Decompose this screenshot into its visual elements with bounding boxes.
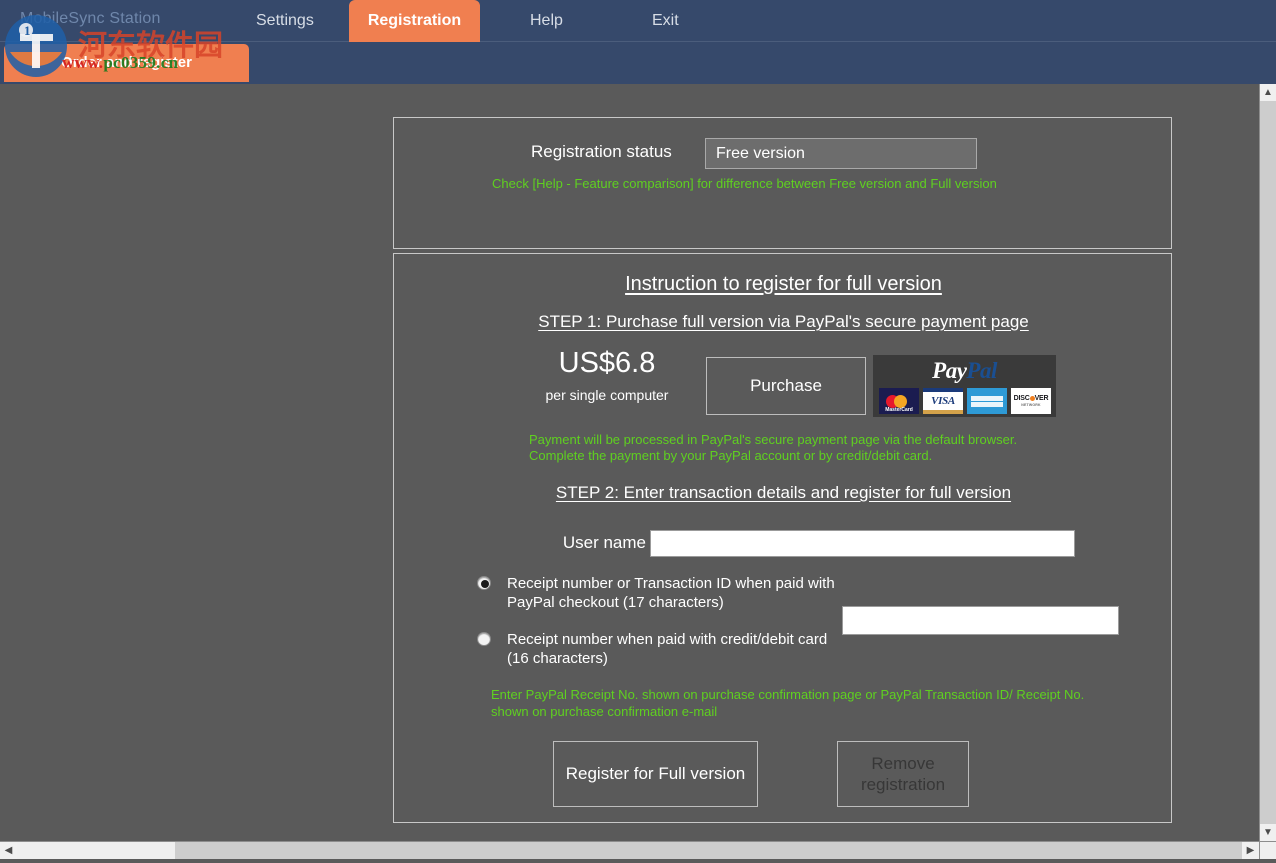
chevron-down-icon: ▼ <box>1263 826 1273 838</box>
chevron-right-icon: ▶ <box>1246 844 1255 856</box>
scroll-left-button[interactable]: ◀ <box>0 842 17 859</box>
step2-heading: STEP 2: Enter transaction details and re… <box>555 483 1012 502</box>
price-unit-label: per single computer <box>545 387 669 403</box>
radio-credit-card-label: Receipt number when paid with credit/deb… <box>507 631 828 667</box>
mastercard-icon: MasterCard <box>879 388 919 414</box>
scroll-down-button[interactable]: ▼ <box>1260 824 1276 841</box>
nav-tab-settings[interactable]: Settings <box>238 0 318 42</box>
registration-status-label: Registration status <box>531 142 672 161</box>
radio-credit-card-indicator[interactable] <box>477 632 491 646</box>
receipt-number-input[interactable] <box>842 606 1119 635</box>
main-navigation: Settings Registration Help Exit <box>0 0 1276 42</box>
paypal-accepted-cards-logo: PayPal MasterCard VISA DISC VER NETWORK <box>873 355 1056 417</box>
remove-registration-button[interactable]: Remove registration <box>837 741 969 807</box>
username-input[interactable] <box>650 530 1075 557</box>
scroll-up-button[interactable]: ▲ <box>1260 84 1276 101</box>
discover-icon: DISC VER NETWORK <box>1011 388 1051 414</box>
paypal-word-pay: Pay <box>932 358 967 383</box>
scroll-right-button[interactable]: ▶ <box>1242 842 1259 859</box>
american-express-icon <box>967 388 1007 414</box>
application-window: MobileSync Station Settings Registration… <box>0 0 1276 863</box>
registration-status-value: Free version <box>705 138 977 169</box>
radio-paypal-checkout-indicator[interactable] <box>477 576 491 590</box>
app-header: MobileSync Station Settings Registration… <box>0 0 1276 84</box>
instruction-title: Instruction to register for full version <box>625 273 942 295</box>
nav-tab-exit[interactable]: Exit <box>634 0 686 42</box>
horizontal-scrollbar-thumb[interactable] <box>175 842 1242 859</box>
register-full-version-button[interactable]: Register for Full version <box>553 741 758 807</box>
card-brand-row: MasterCard VISA DISC VER NETWORK <box>879 388 1051 414</box>
paypal-word-pal: Pal <box>966 358 997 383</box>
vertical-scrollbar-thumb[interactable] <box>1260 101 1276 824</box>
nav-tab-registration[interactable]: Registration <box>349 0 480 42</box>
radio-paypal-checkout-label: Receipt number or Transaction ID when pa… <box>507 575 835 611</box>
payment-processing-note: Payment will be processed in PayPal's se… <box>529 432 1018 463</box>
paypal-wordmark: PayPal <box>873 357 1056 385</box>
vertical-scrollbar[interactable]: ▲ ▼ <box>1259 84 1276 841</box>
horizontal-scrollbar[interactable]: ◀ ▶ <box>0 841 1259 859</box>
scrollbar-corner <box>1259 841 1276 859</box>
receipt-number-hint: Enter PayPal Receipt No. shown on purcha… <box>491 687 1085 719</box>
nav-tab-help[interactable]: Help <box>512 0 568 42</box>
chevron-left-icon: ◀ <box>4 844 13 856</box>
instruction-panel: Instruction to register for full version… <box>393 253 1172 823</box>
horizontal-scrollbar-track-left[interactable] <box>17 842 175 859</box>
subtab-order-and-register[interactable]: Order and register <box>4 44 249 82</box>
price-amount: US$6.8 <box>558 347 656 379</box>
chevron-up-icon: ▲ <box>1263 86 1273 98</box>
purchase-button[interactable]: Purchase <box>706 357 866 415</box>
visa-icon: VISA <box>923 388 963 414</box>
username-label: User name <box>562 533 646 552</box>
registration-status-panel: Registration status Free version Check [… <box>393 117 1172 249</box>
step1-heading: STEP 1: Purchase full version via PayPal… <box>538 312 1029 331</box>
feature-comparison-hint: Check [Help - Feature comparison] for di… <box>492 176 997 191</box>
